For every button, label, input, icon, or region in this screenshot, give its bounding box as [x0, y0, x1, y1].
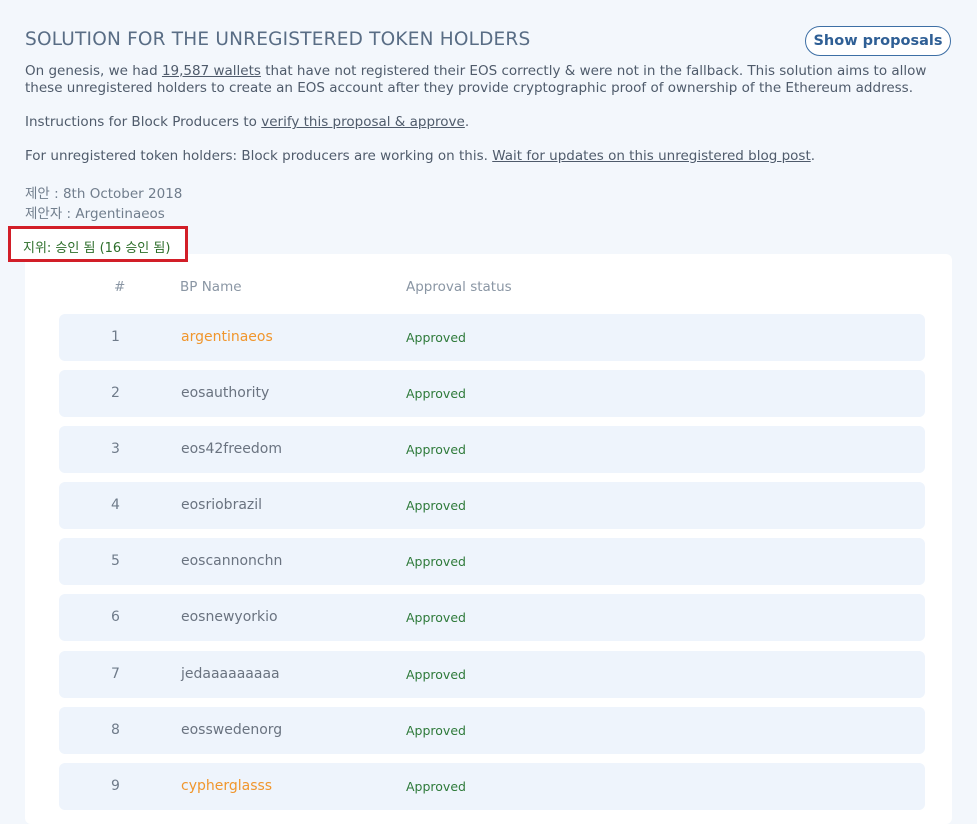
table-row: 6 eosnewyorkio Approved: [59, 594, 925, 641]
approval-status: Approved: [406, 779, 466, 794]
approvals-table: # BP Name Approval status 1 argentinaeos…: [25, 254, 952, 824]
row-number: 7: [111, 666, 120, 682]
column-header-approval-status: Approval status: [406, 279, 512, 295]
row-number: 8: [111, 722, 120, 738]
show-proposals-button[interactable]: Show proposals: [805, 26, 951, 56]
description-paragraph: On genesis, we had 19,587 wallets that h…: [25, 63, 955, 97]
bp-name-link[interactable]: cypherglasss: [181, 778, 272, 794]
row-number: 5: [111, 553, 120, 569]
table-row: 8 eosswedenorg Approved: [59, 707, 925, 754]
row-number: 3: [111, 441, 120, 457]
table-row: 3 eos42freedom Approved: [59, 426, 925, 473]
bp-name-link[interactable]: argentinaeos: [181, 329, 273, 345]
bp-name: eosauthority: [181, 385, 270, 401]
approval-status: Approved: [406, 498, 466, 513]
holders-text: For unregistered token holders: Block pr…: [25, 148, 493, 164]
table-row: 4 eosriobrazil Approved: [59, 482, 925, 529]
verify-proposal-link[interactable]: verify this proposal & approve: [261, 114, 465, 130]
wallets-link[interactable]: 19,587 wallets: [162, 63, 261, 79]
row-number: 1: [111, 329, 120, 345]
row-number: 9: [111, 778, 120, 794]
approval-status: Approved: [406, 442, 466, 457]
instructions-paragraph: Instructions for Block Producers to veri…: [25, 114, 955, 131]
approval-status: Approved: [406, 667, 466, 682]
row-number: 2: [111, 385, 120, 401]
blog-post-link[interactable]: Wait for updates on this unregistered bl…: [492, 148, 811, 164]
bp-name: eoscannonchn: [181, 553, 283, 569]
instructions-text-end: .: [464, 114, 470, 130]
bp-name: eosswedenorg: [181, 722, 283, 738]
bp-name: eosriobrazil: [181, 497, 263, 513]
bp-name: eosnewyorkio: [181, 609, 278, 625]
approval-status: Approved: [406, 723, 466, 738]
description-text-start: On genesis, we had: [25, 63, 162, 79]
approval-status: Approved: [406, 554, 466, 569]
row-number: 4: [111, 497, 120, 513]
proposal-date: 제안 : 8th October 2018: [25, 186, 183, 202]
instructions-text: Instructions for Block Producers to: [25, 114, 262, 130]
approval-status: Approved: [406, 386, 466, 401]
column-header-number: #: [114, 279, 126, 295]
proposal-title: SOLUTION FOR THE UNREGISTERED TOKEN HOLD…: [25, 29, 531, 50]
approval-status-summary: 지위: 승인 됨 (16 승인 됨): [23, 241, 171, 256]
holders-paragraph: For unregistered token holders: Block pr…: [25, 148, 955, 165]
bp-name: eos42freedom: [181, 441, 282, 457]
table-row: 1 argentinaeos Approved: [59, 314, 925, 361]
column-header-bp-name: BP Name: [180, 279, 242, 295]
bp-name: jedaaaaaaaaa: [181, 666, 280, 682]
proposer: 제안자 : Argentinaeos: [25, 206, 165, 222]
holders-text-end: .: [810, 148, 816, 164]
table-row: 2 eosauthority Approved: [59, 370, 925, 417]
row-number: 6: [111, 609, 120, 625]
status-highlight-box: 지위: 승인 됨 (16 승인 됨): [8, 226, 188, 262]
approval-status: Approved: [406, 610, 466, 625]
table-row: 9 cypherglasss Approved: [59, 763, 925, 810]
approval-status: Approved: [406, 330, 466, 345]
table-row: 7 jedaaaaaaaaa Approved: [59, 651, 925, 698]
table-row: 5 eoscannonchn Approved: [59, 538, 925, 585]
